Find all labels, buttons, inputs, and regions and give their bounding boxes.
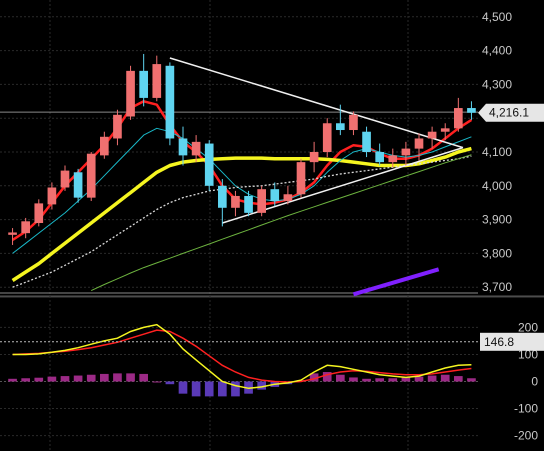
candle-up bbox=[309, 152, 319, 163]
candle-down bbox=[244, 195, 253, 213]
candle-down bbox=[165, 65, 175, 139]
histogram-bar bbox=[21, 378, 30, 382]
candle-up bbox=[8, 232, 17, 235]
candle-down bbox=[375, 152, 384, 163]
candle-up bbox=[414, 138, 424, 149]
candle-up bbox=[191, 141, 201, 156]
candle-down bbox=[467, 108, 476, 113]
y-tick-label: 4,000 bbox=[482, 179, 512, 193]
histogram-bar bbox=[467, 378, 476, 382]
candle-down bbox=[178, 138, 188, 156]
histogram-bar bbox=[126, 373, 135, 382]
candle-up bbox=[401, 148, 411, 156]
histogram-bar bbox=[86, 374, 96, 382]
histogram-bar bbox=[165, 381, 175, 385]
candle-up bbox=[454, 108, 463, 129]
y-tick-label: 200 bbox=[518, 320, 538, 334]
y-tick-label: -100 bbox=[514, 402, 538, 416]
candle-down bbox=[139, 70, 148, 98]
stock-chart: 4,5004,4004,3004,2004,1004,0003,9003,800… bbox=[0, 0, 544, 451]
y-tick-label: -200 bbox=[514, 429, 538, 443]
candle-up bbox=[34, 203, 44, 223]
candle-up bbox=[60, 170, 70, 188]
histogram-bar bbox=[191, 381, 201, 397]
y-tick-label: 3,700 bbox=[482, 280, 512, 294]
candle-down bbox=[73, 172, 83, 198]
histogram-bar bbox=[414, 376, 424, 382]
candle-up bbox=[283, 194, 293, 202]
histogram-bar bbox=[60, 376, 70, 382]
histogram-bar bbox=[231, 381, 240, 397]
last-price-label: 4,216.1 bbox=[489, 106, 529, 120]
candle-up bbox=[427, 131, 437, 139]
histogram-bar bbox=[440, 374, 450, 382]
y-tick-label: 4,100 bbox=[482, 145, 512, 159]
current-value-label: 146.8 bbox=[484, 335, 514, 349]
candle-down bbox=[336, 123, 345, 131]
y-tick-label: 3,900 bbox=[482, 213, 512, 227]
candle-down bbox=[270, 189, 280, 202]
histogram-bar bbox=[375, 378, 384, 382]
histogram-bar bbox=[100, 373, 109, 382]
histogram-bar bbox=[34, 377, 44, 382]
y-tick-label: 3,800 bbox=[482, 246, 512, 260]
candle-up bbox=[322, 123, 332, 152]
histogram-bar bbox=[73, 375, 83, 382]
y-tick-label: 4,300 bbox=[482, 77, 512, 91]
candle-up bbox=[440, 128, 450, 132]
y-tick-label: 0 bbox=[531, 375, 538, 389]
histogram-bar bbox=[388, 378, 398, 382]
histogram-bar bbox=[8, 378, 17, 382]
candle-up bbox=[113, 114, 122, 139]
candle-down bbox=[362, 131, 371, 152]
histogram-bar bbox=[454, 376, 463, 382]
histogram-bar bbox=[152, 381, 162, 383]
candle-down bbox=[204, 143, 214, 186]
candle-up bbox=[296, 162, 306, 195]
candle-up bbox=[152, 64, 162, 98]
histogram-bar bbox=[362, 378, 371, 382]
histogram-bar bbox=[427, 375, 437, 382]
histogram-bar bbox=[113, 373, 122, 382]
candle-up bbox=[349, 114, 358, 131]
candle-up bbox=[257, 189, 266, 213]
histogram-bar bbox=[204, 381, 214, 397]
histogram-bar bbox=[349, 377, 358, 382]
histogram-bar bbox=[139, 373, 148, 382]
candle-up bbox=[86, 153, 96, 198]
candle-down bbox=[218, 185, 227, 208]
histogram-bar bbox=[336, 374, 345, 382]
candle-up bbox=[100, 136, 109, 156]
candle-up bbox=[47, 187, 57, 205]
histogram-bar bbox=[178, 381, 188, 394]
y-tick-label: 4,400 bbox=[482, 44, 512, 58]
candle-up bbox=[126, 70, 135, 117]
candle-up bbox=[388, 155, 398, 163]
candle-up bbox=[21, 221, 30, 234]
histogram-bar bbox=[47, 376, 57, 382]
y-tick-label: 4,500 bbox=[482, 10, 512, 24]
histogram-bar bbox=[218, 381, 227, 397]
candle-up bbox=[231, 195, 240, 208]
